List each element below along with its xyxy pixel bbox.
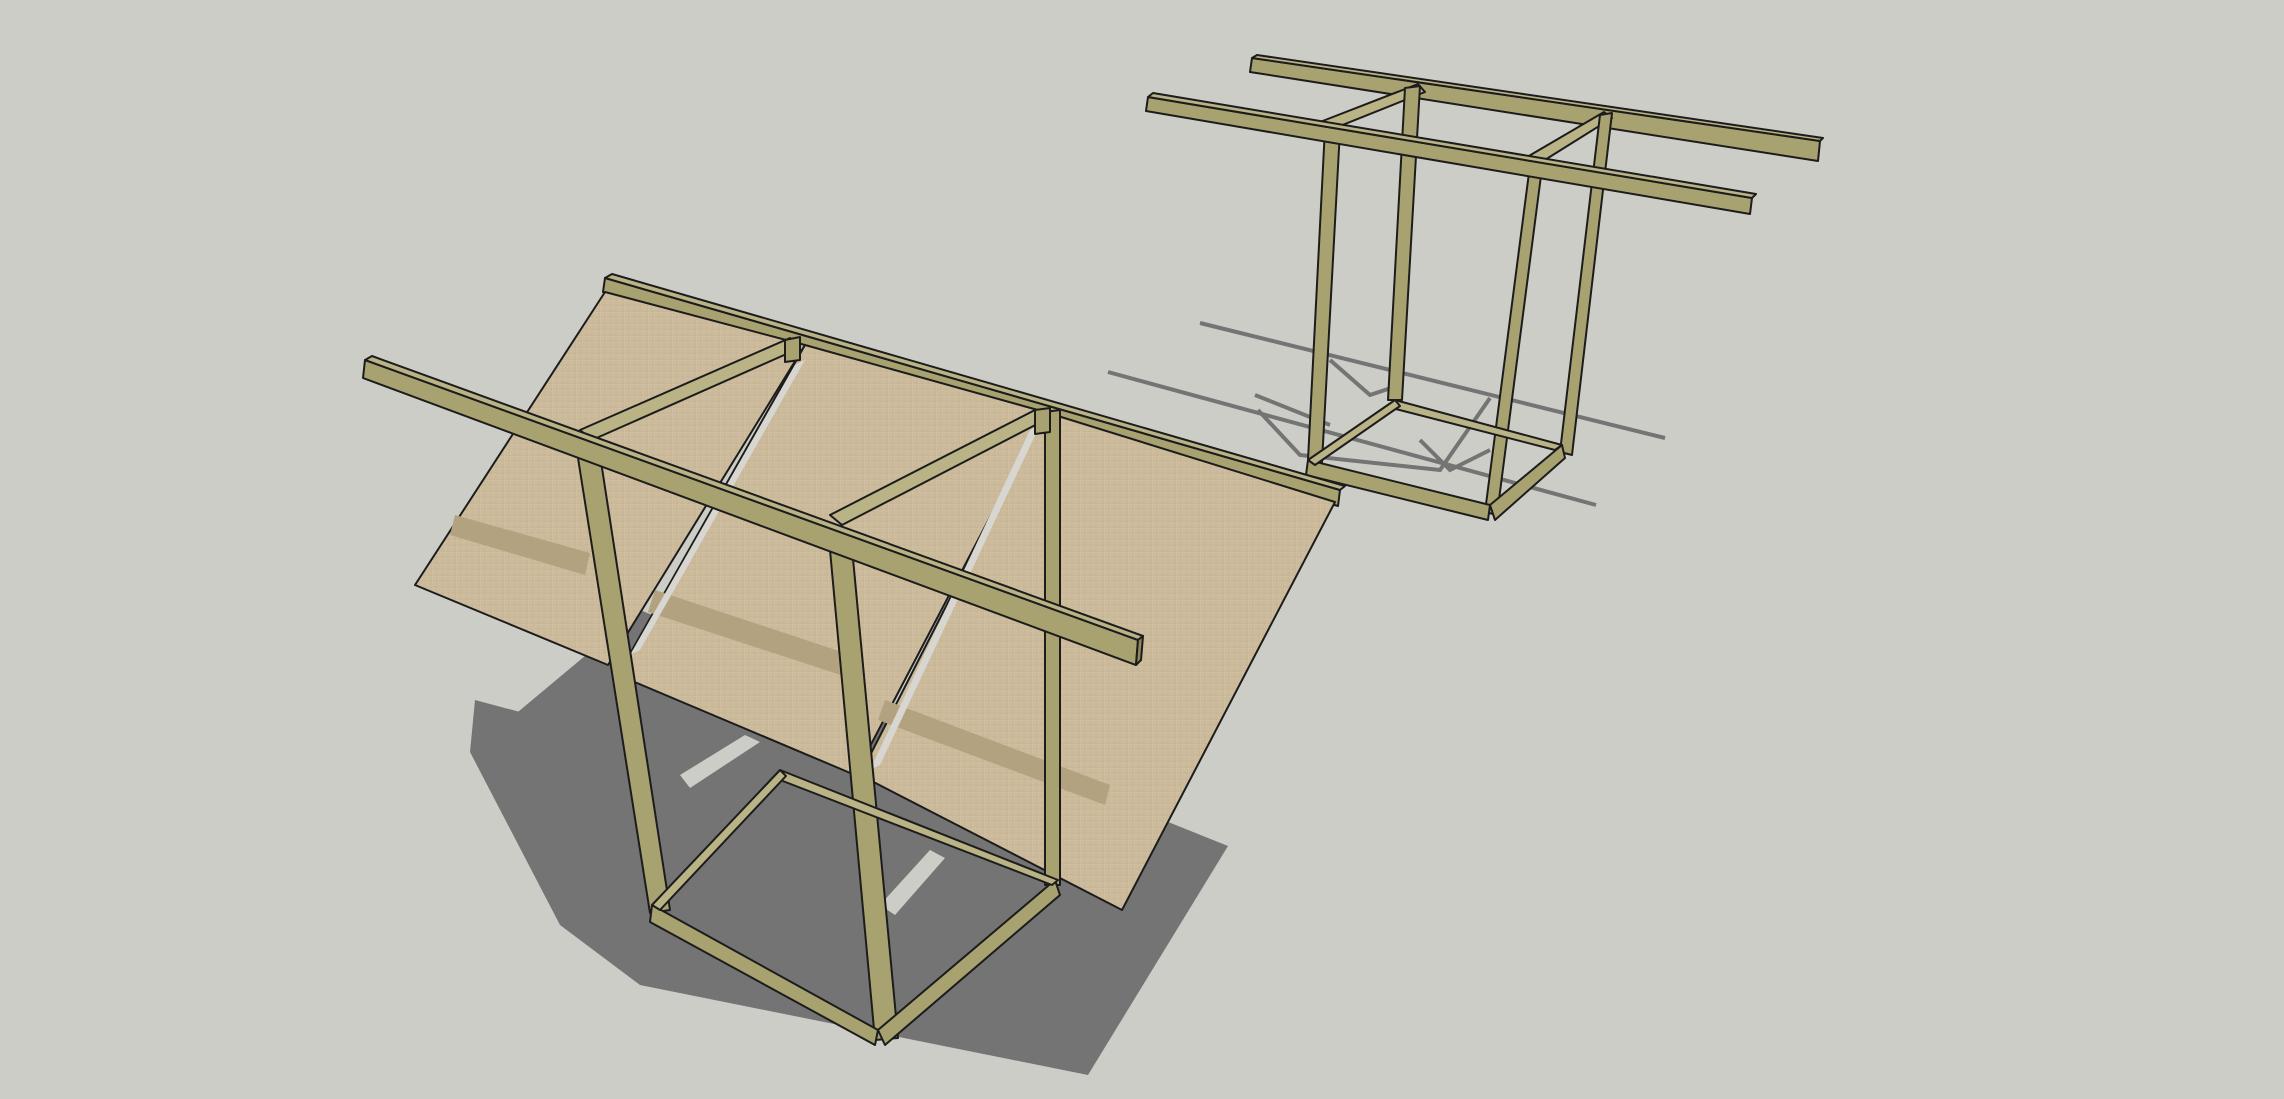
post-left[interactable]: [784, 336, 801, 363]
3d-model-viewport[interactable]: [0, 0, 2284, 1099]
table-frame-bare[interactable]: [1145, 54, 1824, 521]
leg-front-left[interactable]: [1307, 127, 1341, 463]
rail-front-long-top: [1147, 92, 1757, 199]
scene-canvas[interactable]: [0, 0, 2284, 1099]
leg-back-left[interactable]: [1044, 409, 1061, 886]
leg-front-right[interactable]: [1484, 164, 1543, 516]
post-right[interactable]: [1034, 407, 1051, 435]
